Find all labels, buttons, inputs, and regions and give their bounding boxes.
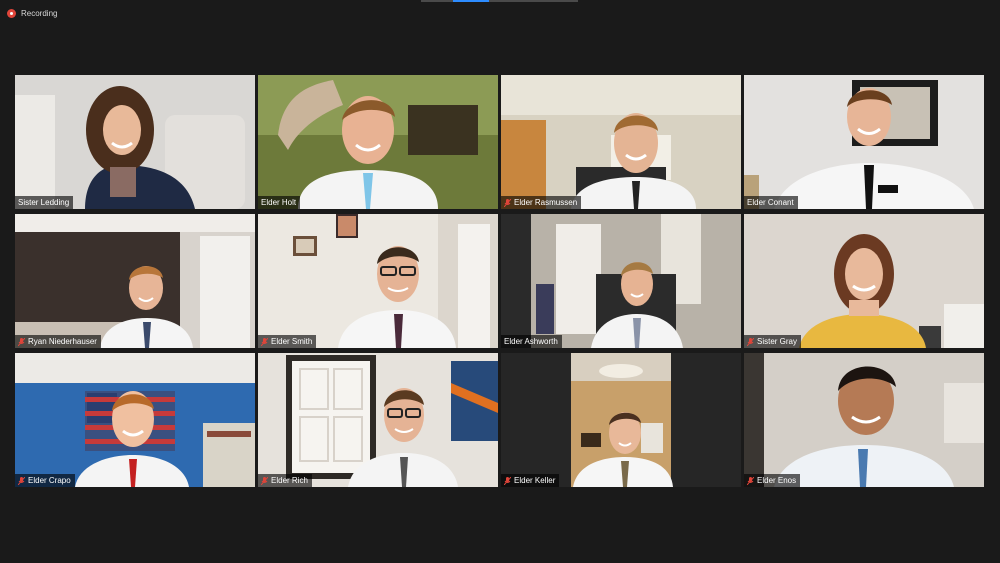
participant-name-tag: Sister Ledding: [15, 196, 74, 209]
participant-name-tag: Ryan Niederhauser: [15, 335, 101, 348]
video-tile[interactable]: Elder Rasmussen: [501, 75, 741, 209]
participant-name: Elder Ashworth: [504, 337, 558, 346]
video-tile[interactable]: Elder Keller: [501, 353, 741, 487]
participant-video: [258, 353, 498, 487]
participant-name-tag: Elder Enos: [744, 474, 801, 487]
video-tile[interactable]: Elder Crapo: [15, 353, 255, 487]
video-tile-active-speaker[interactable]: Elder Conant: [744, 75, 984, 209]
participant-name-tag: Elder Rasmussen: [501, 196, 582, 209]
participant-name: Elder Conant: [747, 198, 794, 207]
muted-mic-icon: [504, 476, 511, 485]
participant-name-tag: Elder Ashworth: [501, 335, 562, 348]
participant-video: [744, 75, 984, 209]
participant-name: Ryan Niederhauser: [28, 337, 97, 346]
participant-video: [258, 75, 498, 209]
participant-video: [501, 353, 741, 487]
participant-name: Elder Smith: [271, 337, 313, 346]
participant-name: Elder Holt: [261, 198, 297, 207]
participant-video: [15, 214, 255, 348]
meeting-window: Recording Sister Ledding Elder Holt Elde…: [0, 0, 1000, 563]
video-tile[interactable]: Elder Smith: [258, 214, 498, 348]
participant-name: Elder Rasmussen: [514, 198, 578, 207]
participant-name: Elder Crapo: [28, 476, 71, 485]
participant-video: [744, 214, 984, 348]
recording-label: Recording: [21, 8, 58, 18]
participant-name: Sister Gray: [757, 337, 798, 346]
muted-mic-icon: [261, 476, 268, 485]
participant-video: [15, 75, 255, 209]
muted-mic-icon: [504, 198, 511, 207]
participant-name-tag: Elder Smith: [258, 335, 317, 348]
record-icon: [7, 8, 16, 18]
participant-name: Sister Ledding: [18, 198, 70, 207]
participant-name-tag: Elder Crapo: [15, 474, 75, 487]
gallery-grid: Sister Ledding Elder Holt Elder Rasmusse…: [15, 75, 985, 487]
video-tile[interactable]: Elder Ashworth: [501, 214, 741, 348]
participant-video: [258, 214, 498, 348]
video-tile[interactable]: Sister Gray: [744, 214, 984, 348]
participant-name-tag: Elder Keller: [501, 474, 560, 487]
recording-indicator[interactable]: Recording: [7, 6, 57, 20]
video-tile[interactable]: Elder Enos: [744, 353, 984, 487]
video-tile[interactable]: Elder Holt: [258, 75, 498, 209]
muted-mic-icon: [747, 337, 754, 346]
participant-name-tag: Elder Rich: [258, 474, 312, 487]
participant-name-tag: Sister Gray: [744, 335, 802, 348]
participant-name: Elder Enos: [757, 476, 797, 485]
video-tile[interactable]: Ryan Niederhauser: [15, 214, 255, 348]
participant-name: Elder Rich: [271, 476, 308, 485]
participant-video: [15, 353, 255, 487]
participant-video: [501, 75, 741, 209]
view-options-bar[interactable]: [421, 0, 578, 2]
muted-mic-icon: [261, 337, 268, 346]
video-tile[interactable]: Sister Ledding: [15, 75, 255, 209]
muted-mic-icon: [747, 476, 754, 485]
participant-name-tag: Elder Conant: [744, 196, 798, 209]
participant-video: [501, 214, 741, 348]
muted-mic-icon: [18, 337, 25, 346]
video-tile[interactable]: Elder Rich: [258, 353, 498, 487]
participant-name-tag: Elder Holt: [258, 196, 301, 209]
participant-name: Elder Keller: [514, 476, 556, 485]
muted-mic-icon: [18, 476, 25, 485]
participant-video: [744, 353, 984, 487]
